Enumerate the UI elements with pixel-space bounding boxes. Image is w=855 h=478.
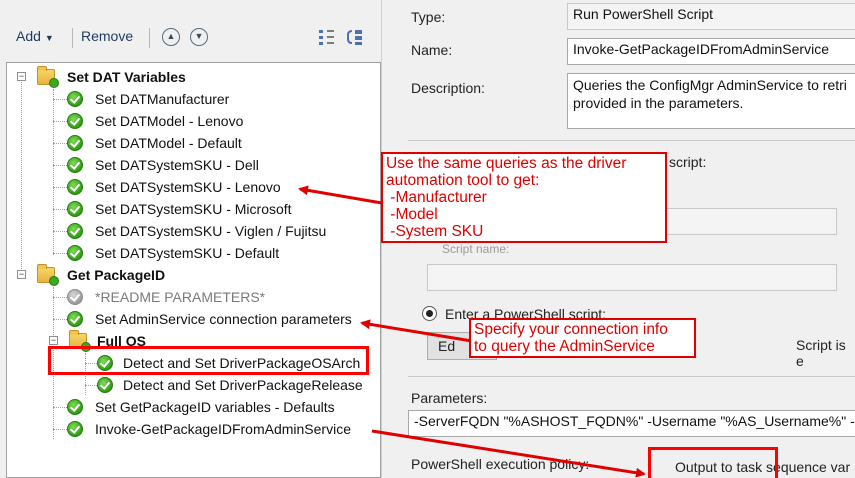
tree-group-label: Get PackageID — [67, 267, 166, 283]
tree-guide-line — [53, 407, 67, 408]
tree-group-label: Set DAT Variables — [67, 69, 186, 85]
collapse-icon[interactable]: − — [17, 270, 26, 279]
tree-step-label: Invoke-GetPackageIDFromAdminService — [95, 421, 351, 437]
execution-policy-label: PowerShell execution policy: — [411, 456, 590, 472]
collapse-icon[interactable]: − — [49, 336, 58, 345]
tree-step-label: Set DATModel - Default — [95, 135, 242, 151]
tree-guide-line — [53, 231, 67, 232]
move-down-icon[interactable]: ▼ — [190, 28, 208, 46]
tree-group-get-packageid[interactable]: − Get PackageID — [7, 264, 380, 286]
tree-step-label: Set DATSystemSKU - Dell — [95, 157, 259, 173]
divider — [408, 376, 855, 377]
tree-step-label: Set DATManufacturer — [95, 91, 230, 107]
toolbar-separator — [149, 28, 150, 48]
tree-guide-line — [53, 209, 67, 210]
tree-step-label: Detect and Set DriverPackageRelease — [123, 377, 363, 393]
name-label: Name: — [411, 42, 453, 58]
folder-icon — [37, 264, 59, 286]
tree-guide-line — [53, 99, 67, 100]
parameters-field[interactable]: -ServerFQDN "%ASHOST_FQDN%" -Username "%… — [408, 410, 855, 437]
collapse-icon[interactable]: − — [17, 72, 26, 81]
tree-step-disabled[interactable]: *README PARAMETERS* — [7, 286, 380, 308]
tree-step-selected[interactable]: Invoke-GetPackageIDFromAdminService — [7, 418, 380, 440]
success-check-icon — [67, 179, 83, 195]
script-name-field — [427, 264, 837, 291]
check-icon — [49, 78, 59, 88]
tree-step[interactable]: Set DATModel - Lenovo — [7, 110, 380, 132]
type-field: Run PowerShell Script — [567, 3, 855, 30]
tree-guide-line — [53, 143, 67, 144]
highlight-selected-step — [48, 346, 369, 375]
success-check-icon — [97, 377, 113, 393]
task-sequence-tree-pane: Add ▼ Remove ▲ ▼ − Set DAT Variables Set… — [0, 0, 381, 478]
success-check-icon — [67, 135, 83, 151]
tree-guide-line — [53, 319, 67, 320]
success-check-icon — [67, 223, 83, 239]
tree-guide-line — [53, 429, 67, 430]
callout-connection-info: Specify your connection info to query th… — [469, 318, 696, 358]
success-check-icon — [67, 421, 83, 437]
tree-step-label: *README PARAMETERS* — [95, 289, 266, 305]
disabled-step-icon — [67, 289, 83, 305]
callout-driver-queries: Use the same queries as the driver autom… — [381, 152, 667, 243]
remove-button[interactable]: Remove — [81, 28, 133, 44]
tree-step-label: Set DATSystemSKU - Lenovo — [95, 179, 281, 195]
script-status-text: Script is e — [796, 337, 846, 369]
tree-guide-line — [85, 385, 97, 386]
check-icon — [49, 276, 59, 286]
collapse-all-icon[interactable] — [346, 28, 364, 46]
script-name-label: Script name: — [442, 242, 510, 256]
tree-step[interactable]: Set DATSystemSKU - Viglen / Fujitsu — [7, 220, 380, 242]
chevron-down-icon: ▼ — [44, 33, 54, 43]
add-label: Add — [16, 28, 41, 44]
tree-step-label: Set DATSystemSKU - Viglen / Fujitsu — [95, 223, 327, 239]
toolbar-separator — [72, 28, 73, 48]
tree-step[interactable]: Set DATManufacturer — [7, 88, 380, 110]
tree-step-label: Set DATSystemSKU - Microsoft — [95, 201, 292, 217]
add-button[interactable]: Add ▼ — [16, 28, 54, 44]
tree-step[interactable]: Set DATModel - Default — [7, 132, 380, 154]
success-check-icon — [67, 311, 83, 327]
tree-guide-line — [53, 165, 67, 166]
tree-step[interactable]: Set AdminService connection parameters — [7, 308, 380, 330]
success-check-icon — [67, 201, 83, 217]
tree-step[interactable]: Set DATSystemSKU - Dell — [7, 154, 380, 176]
name-field[interactable]: Invoke-GetPackageIDFromAdminService — [567, 38, 855, 65]
description-line: provided in the parameters. — [573, 95, 744, 111]
success-check-icon — [67, 113, 83, 129]
description-field[interactable]: Queries the ConfigMgr AdminService to re… — [567, 73, 855, 129]
highlight-output-option — [648, 447, 778, 478]
tree-step[interactable]: Set DATSystemSKU - Microsoft — [7, 198, 380, 220]
tree-group-set-dat-variables[interactable]: − Set DAT Variables — [7, 66, 380, 88]
tree-step[interactable]: Detect and Set DriverPackageRelease — [7, 374, 380, 396]
success-check-icon — [67, 157, 83, 173]
script-source-label: l script: — [662, 154, 707, 170]
tree-guide-line — [53, 297, 67, 298]
tree-step[interactable]: Set GetPackageID variables - Defaults — [7, 396, 380, 418]
tree-step-label: Set AdminService connection parameters — [95, 311, 352, 327]
success-check-icon — [67, 399, 83, 415]
tree-step[interactable]: Set DATSystemSKU - Default — [7, 242, 380, 264]
tree-step[interactable]: Set DATSystemSKU - Lenovo — [7, 176, 380, 198]
tree-step-label: Set GetPackageID variables - Defaults — [95, 399, 335, 415]
description-line: Queries the ConfigMgr AdminService to re… — [573, 77, 847, 93]
type-label: Type: — [411, 9, 446, 25]
tree-guide-line — [53, 253, 67, 254]
move-up-icon[interactable]: ▲ — [162, 28, 180, 46]
task-sequence-tree[interactable]: − Set DAT Variables Set DATManufacturer … — [6, 62, 381, 478]
success-check-icon — [67, 91, 83, 107]
success-check-icon — [67, 245, 83, 261]
tree-guide-line — [53, 187, 67, 188]
tree-guide-line — [53, 121, 67, 122]
folder-icon — [37, 66, 59, 88]
parameters-label: Parameters: — [411, 390, 488, 406]
expand-all-icon[interactable] — [318, 28, 336, 46]
divider — [408, 140, 855, 141]
tree-step-label: Set DATModel - Lenovo — [95, 113, 244, 129]
description-label: Description: — [411, 80, 485, 96]
tree-toolbar: Add ▼ Remove ▲ ▼ — [0, 22, 381, 56]
enter-script-radio[interactable] — [422, 306, 437, 321]
tree-step-label: Set DATSystemSKU - Default — [95, 245, 280, 261]
